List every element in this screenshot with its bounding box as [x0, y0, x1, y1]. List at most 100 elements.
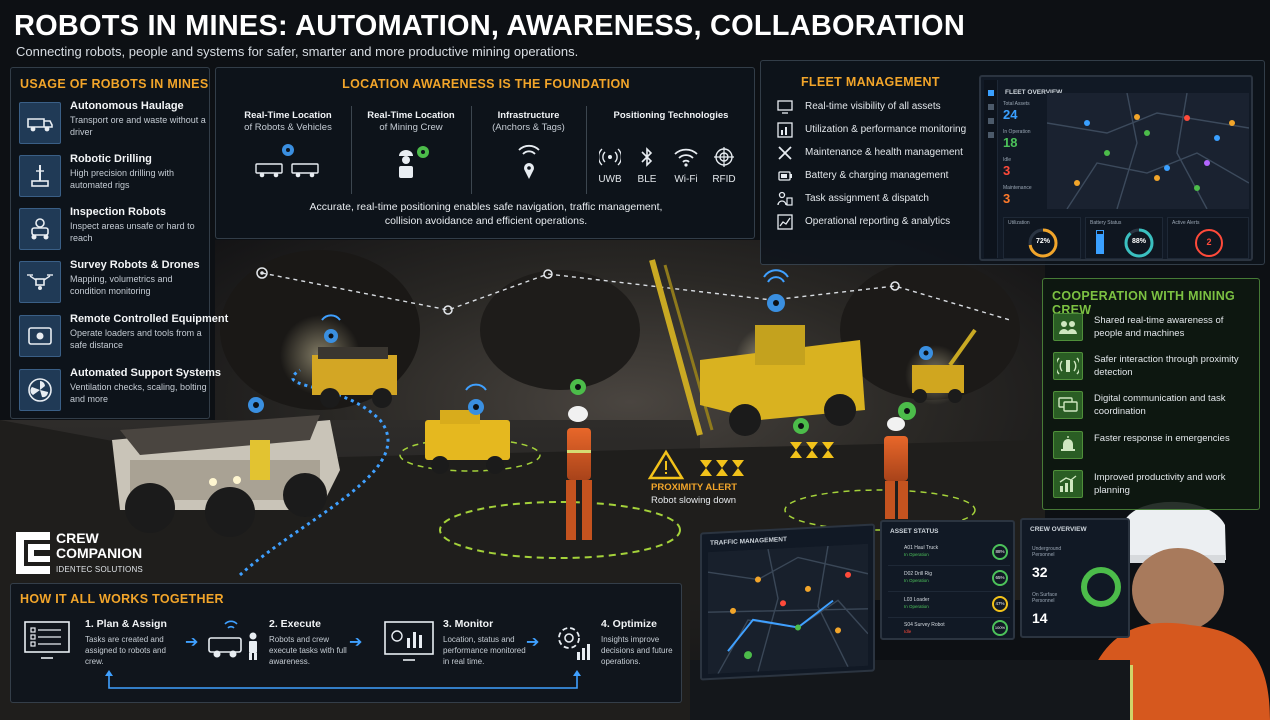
- usage-item-haulage: Autonomous Haulage Transport ore and was…: [19, 100, 207, 148]
- fleet-title: FLEET MANAGEMENT: [801, 75, 940, 89]
- cycle-arrow: [105, 670, 581, 689]
- arrow-icon: ➔: [526, 634, 540, 651]
- checklist-screen-icon: [24, 621, 70, 659]
- coop-item-text: Faster response in emergencies: [1094, 433, 1230, 444]
- battery-label: Battery Status: [1090, 220, 1122, 226]
- traffic-management-screen: TRAFFIC MANAGEMENT: [700, 523, 875, 681]
- battery-icon: [778, 171, 792, 181]
- divider: [351, 106, 352, 194]
- asset-row: A01 Haul Truck In Operation 88%: [888, 542, 1010, 566]
- fleet-item-label: Real-time visibility of all assets: [805, 101, 941, 112]
- dispatch-icon: [777, 191, 793, 206]
- traffic-map: [708, 543, 868, 675]
- coop-item: Shared real-time awareness of people and…: [1053, 313, 1258, 343]
- how-title: HOW IT ALL WORKS TOGETHER: [20, 592, 224, 606]
- title-part-2: AUTOMATION, AWARENESS, COLLABORATION: [295, 10, 965, 42]
- alerts-widget: Active Alerts 2: [1167, 217, 1249, 259]
- location-col-sub: (Anchors & Tags): [492, 122, 565, 133]
- usage-title: USAGE OF ROBOTS IN MINES: [20, 77, 209, 91]
- usage-item-title: Autonomous Haulage: [70, 100, 184, 112]
- monitor-screen-icon: [384, 621, 434, 661]
- location-col-sub: of Robots & Vehicles: [244, 122, 332, 133]
- step-heading: 2. Execute: [269, 618, 321, 630]
- crew-donut-chart: [1081, 567, 1121, 607]
- chat-icon: [1053, 391, 1083, 419]
- step-monitor: 3. Monitor Location, status and performa…: [383, 616, 533, 676]
- asset-status-title: ASSET STATUS: [890, 528, 939, 535]
- uwb-icon: [599, 148, 621, 166]
- vehicle-worker-icon: [208, 620, 257, 660]
- fleet-overview-screen: FLEET OVERVIEW Total Assets 24 In Operat…: [979, 75, 1253, 261]
- usage-item-desc: Operate loaders and tools from a safe di…: [70, 328, 202, 350]
- location-col-heading: Real-Time Location: [367, 110, 455, 121]
- coop-item-text: Shared real-time awareness of people and…: [1094, 315, 1224, 339]
- crew-companion-logo: CREW COMPANION IDENTEC SOLUTIONS: [14, 530, 144, 578]
- drill-rig-icon: [19, 155, 61, 197]
- battery-bar: [1096, 230, 1104, 254]
- logo-mark-icon: [16, 532, 50, 574]
- asset-pct: 47%: [992, 596, 1008, 612]
- crew-surface-value: 14: [1032, 610, 1048, 626]
- drone-icon: [19, 261, 61, 303]
- fleet-item-label: Operational reporting & analytics: [805, 216, 951, 227]
- chart-icon: [777, 122, 793, 138]
- usage-item-survey: Survey Robots & Drones Mapping, volumetr…: [19, 259, 207, 307]
- step-execute: 2. Execute Robots and crew execute tasks…: [207, 616, 367, 676]
- usage-item-desc: Mapping, volumetrics and condition monit…: [70, 274, 173, 296]
- battery-widget: Battery Status 88%: [1085, 217, 1163, 259]
- wrench-icon: [778, 146, 792, 160]
- coop-item: Digital communication and task coordinat…: [1053, 391, 1258, 421]
- usage-item-title: Remote Controlled Equipment: [70, 313, 229, 325]
- page-title: ROBOTS IN MINES: AUTOMATION, AWARENESS, …: [14, 8, 965, 44]
- logo-line-1: CREW: [56, 530, 99, 546]
- usage-item-desc: Inspect areas unsafe or hard to reach: [70, 221, 195, 243]
- fleet-panel: FLEET MANAGEMENT Real-time visibility of…: [760, 60, 1265, 265]
- asset-row: S04 Survey Robot Idle 100%: [888, 620, 1010, 638]
- location-col-robots: Real-Time Location of Robots & Vehicles: [228, 110, 348, 184]
- asset-name: L03 Loader: [904, 597, 930, 603]
- remote-control-icon: [19, 315, 61, 357]
- divider: [471, 106, 472, 194]
- growth-chart-icon: [1053, 470, 1083, 498]
- location-col-crew: Real-Time Location of Mining Crew: [356, 110, 466, 186]
- coop-item: Faster response in emergencies: [1053, 431, 1258, 461]
- haul-truck-icon: [19, 102, 61, 144]
- stat-value-idle: 3: [1003, 163, 1011, 178]
- asset-status-screen: ASSET STATUS A01 Haul Truck In Operation…: [880, 520, 1015, 640]
- page-subtitle: Connecting robots, people and systems fo…: [16, 44, 579, 59]
- people-icon: [1053, 313, 1083, 341]
- asset-status: Idle: [904, 629, 912, 634]
- alerts-value: 2: [1206, 237, 1212, 247]
- tech-label-wifi: Wi-Fi: [674, 174, 698, 185]
- step-optimize: 4. Optimize Insights improve decisions a…: [551, 616, 681, 676]
- usage-item-remote: Remote Controlled Equipment Operate load…: [19, 313, 228, 361]
- fleet-stats: Total Assets 24 In Operation 18 Idle 3 M…: [1003, 101, 1041, 211]
- location-col-heading: Real-Time Location: [244, 110, 332, 121]
- crew-overview-screen: CREW OVERVIEW Underground Personnel 32 O…: [1020, 518, 1130, 638]
- battery-value: 88%: [1131, 238, 1146, 245]
- wifi-icon: [674, 148, 698, 167]
- location-caption-line-2: collision avoidance and efficient operat…: [384, 215, 588, 227]
- step-desc: Robots and crew execute tasks with full …: [269, 635, 347, 666]
- gear-chart-icon: [558, 627, 590, 660]
- traffic-title: TRAFFIC MANAGEMENT: [710, 536, 787, 548]
- step-heading: 4. Optimize: [601, 618, 658, 630]
- coop-item-text: Safer interaction through proximity dete…: [1094, 354, 1239, 378]
- fleet-item-label: Task assignment & dispatch: [805, 193, 929, 204]
- step-heading: 1. Plan & Assign: [85, 618, 167, 630]
- usage-item-inspection: Inspection Robots Inspect areas unsafe o…: [19, 206, 207, 254]
- asset-pct: 88%: [992, 544, 1008, 560]
- proximity-alert-title: PROXIMITY ALERT: [651, 482, 738, 493]
- logo-line-2: COMPANION: [56, 545, 143, 561]
- inspection-robot-icon: [19, 208, 61, 250]
- fleet-item-label: Maintenance & health management: [805, 147, 963, 158]
- location-col-heading: Infrastructure: [497, 110, 560, 121]
- asset-name: D02 Drill Rig: [904, 571, 933, 577]
- cooperation-panel: COOPERATION WITH MINING CREW Shared real…: [1042, 278, 1260, 510]
- stat-value-operation: 18: [1003, 135, 1018, 150]
- tech-label-rfid: RFID: [712, 174, 736, 185]
- utilization-widget: Utilization 72%: [1003, 217, 1081, 259]
- usage-item-desc: High precision drilling with automated r…: [70, 168, 175, 190]
- vehicle-pin-icon: [255, 144, 319, 178]
- usage-item-title: Inspection Robots: [70, 206, 166, 218]
